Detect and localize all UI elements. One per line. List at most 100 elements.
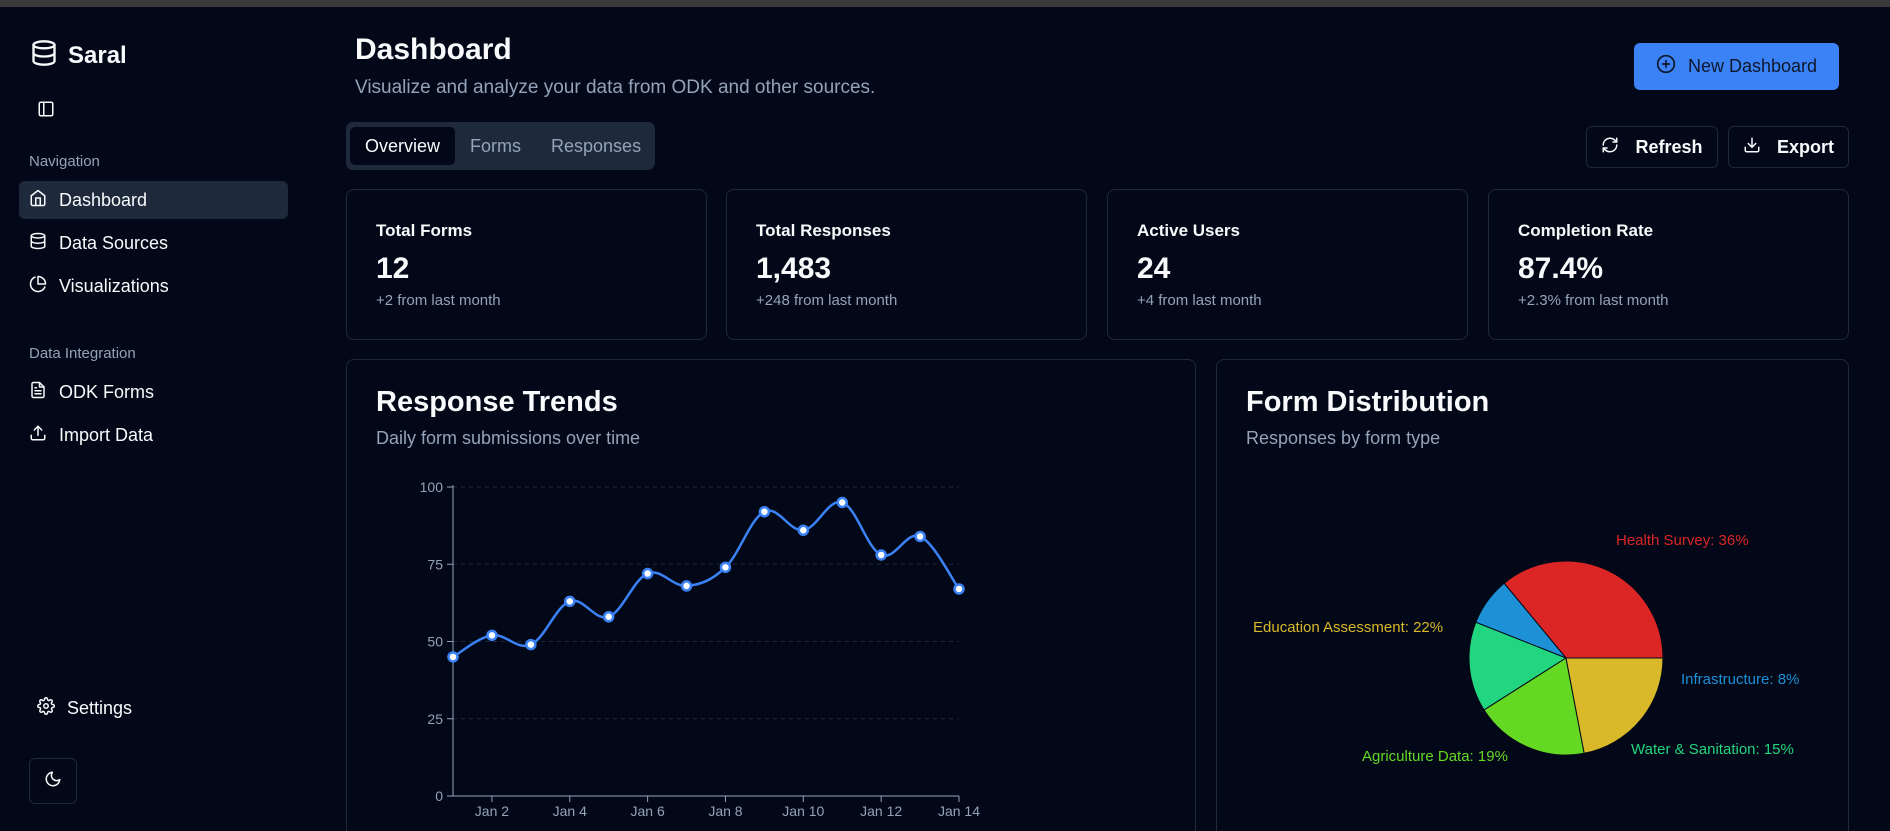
x-tick-label: Jan 8 xyxy=(708,803,742,819)
pie-chart-icon xyxy=(29,275,47,298)
panel-left-icon xyxy=(37,100,55,123)
stat-title: Completion Rate xyxy=(1518,221,1654,240)
database-icon xyxy=(29,232,47,255)
data-point xyxy=(602,611,615,623)
tab-responses[interactable]: Responses xyxy=(536,127,656,165)
home-icon xyxy=(29,189,47,212)
brand[interactable]: Saral xyxy=(30,39,127,72)
page-title: Dashboard xyxy=(355,33,512,66)
x-tick-label: Jan 6 xyxy=(630,803,664,819)
nav-section-label: Data Integration xyxy=(29,345,136,362)
settings-label: Settings xyxy=(67,698,133,718)
data-point xyxy=(447,651,459,663)
x-tick-label: Jan 12 xyxy=(860,803,902,819)
stat-card-total-responses: Total Responses 1,483 +248 from last mon… xyxy=(726,189,1087,340)
stat-card-completion-rate: Completion Rate 87.4% +2.3% from last mo… xyxy=(1488,189,1849,340)
y-tick-label: 100 xyxy=(420,479,444,495)
file-text-icon xyxy=(29,381,47,404)
data-point xyxy=(486,629,498,642)
stat-title: Total Responses xyxy=(756,221,891,240)
stat-value: 12 xyxy=(376,252,410,285)
sidebar-item-label: Data Sources xyxy=(59,232,169,253)
series-line xyxy=(452,501,961,659)
stat-card-active-users: Active Users 24 +4 from last month xyxy=(1107,189,1468,340)
data-point xyxy=(914,530,926,543)
theme-toggle-button[interactable] xyxy=(29,758,77,804)
form-distribution-chart: Health Survey: 36% Infrastructure: 8% Wate… xyxy=(1253,532,1799,765)
stat-value: 87.4% xyxy=(1518,252,1604,285)
x-tick-label: Jan 4 xyxy=(553,803,587,819)
view-tabs: Overview Forms Responses xyxy=(346,122,655,170)
sidebar-item-label: Visualizations xyxy=(59,275,169,296)
data-point xyxy=(836,496,848,509)
download-icon xyxy=(1743,136,1761,159)
new-dashboard-button[interactable]: New Dashboard xyxy=(1634,43,1839,90)
y-tick-label: 25 xyxy=(427,711,443,727)
response-trends-chart: 0 25 50 75 100 Jan 2 Jan 4 Jan 6 Jan 8 Jan 10 Jan … xyxy=(420,479,981,819)
pie-slice-label: Education Assessment: 22% xyxy=(1253,619,1443,636)
sidebar-item-label: ODK Forms xyxy=(59,381,155,402)
data-point xyxy=(875,549,887,561)
x-tick-label: Jan 2 xyxy=(475,803,509,819)
data-point xyxy=(758,505,771,518)
plus-circle-icon xyxy=(1656,54,1676,79)
sidebar-item-label: Import Data xyxy=(59,424,154,445)
sidebar-toggle-button[interactable] xyxy=(30,95,62,127)
moon-icon xyxy=(44,770,62,793)
sidebar-item-dashboard[interactable]: Dashboard xyxy=(19,181,288,219)
sidebar-item-settings[interactable]: Settings xyxy=(37,697,132,720)
pie-slice-label: Infrastructure: 8% xyxy=(1681,671,1799,688)
refresh-icon xyxy=(1601,136,1619,159)
stat-title: Active Users xyxy=(1137,221,1241,240)
sidebar-item-import-data[interactable]: Import Data xyxy=(19,416,288,454)
response-trends-card: Response Trends Daily form submissions o… xyxy=(346,359,1196,831)
x-tick-label: Jan 10 xyxy=(782,803,824,819)
refresh-button[interactable]: Refresh xyxy=(1586,126,1718,168)
data-point xyxy=(953,583,965,595)
y-tick-label: 0 xyxy=(435,788,443,804)
stat-change: +248 from last month xyxy=(756,292,898,309)
card-subtitle: Daily form submissions over time xyxy=(376,428,641,448)
database-logo-icon xyxy=(30,39,58,72)
nav-section-label: Navigation xyxy=(29,153,100,170)
window-top-bar xyxy=(0,0,1890,7)
sidebar-item-data-sources[interactable]: Data Sources xyxy=(19,224,288,262)
gear-icon xyxy=(37,697,55,720)
upload-icon xyxy=(29,424,47,447)
card-title: Form Distribution xyxy=(1246,386,1490,418)
data-point xyxy=(525,638,537,651)
pie-slice-label: Health Survey: 36% xyxy=(1616,532,1749,549)
stat-change: +4 from last month xyxy=(1137,292,1262,309)
sidebar-item-label: Dashboard xyxy=(59,189,148,210)
data-point xyxy=(641,567,654,580)
y-tick-label: 50 xyxy=(427,634,443,650)
tab-forms[interactable]: Forms xyxy=(455,127,536,165)
refresh-label: Refresh xyxy=(1635,136,1703,157)
stat-change: +2 from last month xyxy=(376,292,501,309)
form-distribution-card: Form Distribution Responses by form type… xyxy=(1216,359,1849,831)
sidebar-item-visualizations[interactable]: Visualizations xyxy=(19,267,288,305)
x-tick-label: Jan 14 xyxy=(938,803,980,819)
app-name: Saral xyxy=(68,41,127,69)
data-point xyxy=(680,580,693,592)
data-point xyxy=(797,524,810,537)
data-point xyxy=(719,561,732,574)
export-button[interactable]: Export xyxy=(1728,126,1849,168)
export-label: Export xyxy=(1776,136,1834,157)
stat-value: 24 xyxy=(1137,252,1171,285)
stat-card-total-forms: Total Forms 12 +2 from last month xyxy=(346,189,707,340)
new-dashboard-label: New Dashboard xyxy=(1687,56,1818,76)
stat-title: Total Forms xyxy=(376,221,473,240)
sidebar-item-odk-forms[interactable]: ODK Forms xyxy=(19,373,288,411)
card-subtitle: Responses by form type xyxy=(1246,428,1441,448)
data-point xyxy=(564,595,576,608)
page-subtitle: Visualize and analyze your data from ODK… xyxy=(355,77,876,98)
sidebar: Saral Navigation Dashboard Data Sources … xyxy=(0,7,300,831)
pie-slice-label: Water & Sanitation: 15% xyxy=(1631,741,1794,758)
pie-slice-label: Agriculture Data: 19% xyxy=(1362,748,1508,765)
tab-overview[interactable]: Overview xyxy=(350,127,456,165)
y-tick-label: 75 xyxy=(427,556,443,572)
card-title: Response Trends xyxy=(376,386,618,418)
stat-value: 1,483 xyxy=(756,252,832,285)
stat-change: +2.3% from last month xyxy=(1518,292,1669,309)
